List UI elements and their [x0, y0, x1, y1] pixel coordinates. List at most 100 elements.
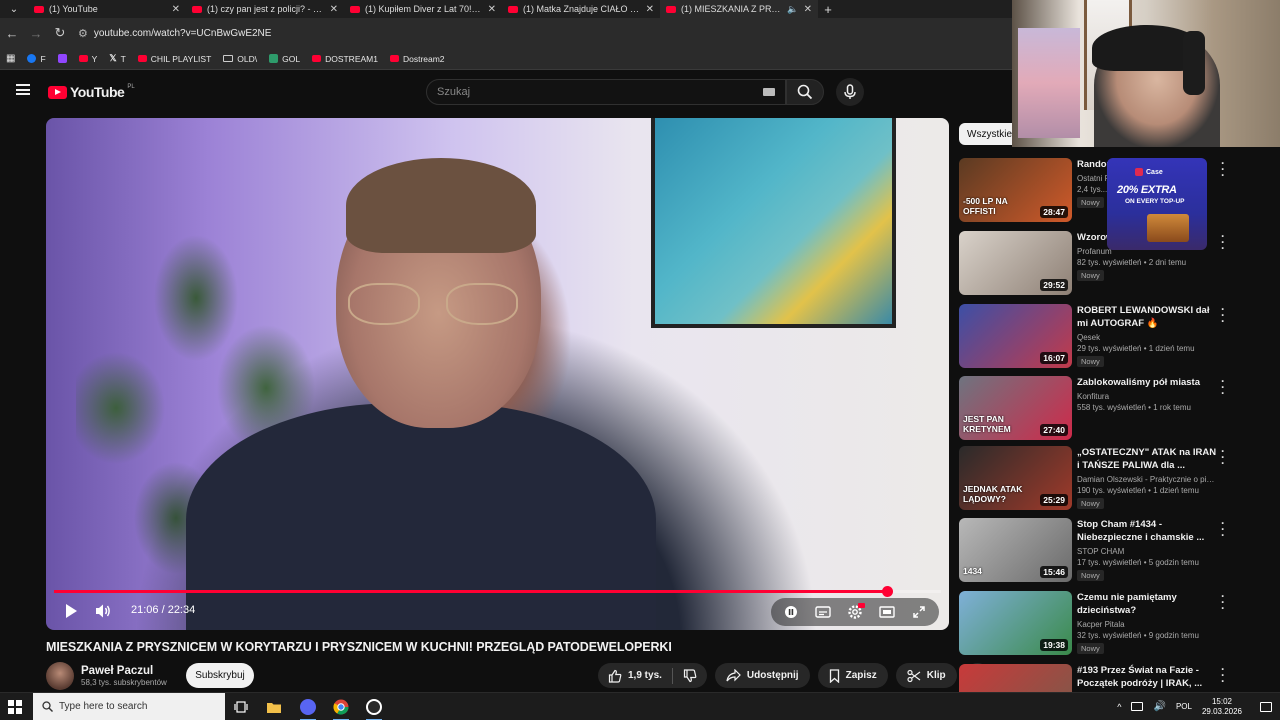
share-button[interactable]: Udostępnij: [714, 663, 810, 688]
subscribe-button[interactable]: Subskrybuj: [186, 663, 254, 688]
progress-bar[interactable]: [54, 586, 941, 597]
url-field[interactable]: ⚙ youtube.com/watch?v=UCnBwGwE2NE: [78, 27, 271, 40]
browser-tab-1[interactable]: (1) czy pan jest z policji? - YouT ✕: [186, 0, 344, 18]
close-tab-icon[interactable]: ✕: [488, 4, 496, 15]
speaker-icon[interactable]: 🔈: [787, 4, 798, 15]
close-tab-icon[interactable]: ✕: [804, 4, 812, 15]
site-settings-icon[interactable]: ⚙: [78, 27, 88, 40]
bookmark-facebook[interactable]: F: [27, 54, 46, 64]
voice-search-button[interactable]: [836, 78, 864, 106]
taskbar-search-input[interactable]: Type here to search: [33, 693, 225, 720]
bookmark-x[interactable]: 𝕏 T: [109, 53, 125, 64]
close-tab-icon[interactable]: ✕: [646, 4, 654, 15]
more-options-icon[interactable]: · · ·: [1219, 157, 1227, 181]
recommended-video[interactable]: 16:07 ROBERT LEWANDOWSKI dał mi AUTOGRAF …: [959, 303, 1259, 368]
back-arrow-icon[interactable]: ←: [0, 26, 24, 41]
recommended-title[interactable]: Stop Cham #1434 - Niebezpieczne i chamsk…: [1077, 518, 1217, 544]
dislike-button[interactable]: [673, 663, 707, 688]
video-thumbnail[interactable]: 29:52: [959, 231, 1072, 295]
windows-start-icon[interactable]: [8, 700, 22, 714]
clip-button[interactable]: Klip: [895, 663, 957, 688]
keyboard-icon[interactable]: [763, 88, 775, 96]
recommended-title[interactable]: #193 Przez Świat na Fazie - Początek pod…: [1077, 664, 1217, 690]
more-options-icon[interactable]: · · ·: [1219, 445, 1227, 469]
recommended-channel[interactable]: STOP CHAM: [1077, 547, 1217, 556]
browser-tab-2[interactable]: (1) Kupiłem Diver z Lat 70! Cas ✕: [344, 0, 502, 18]
miniplayer-button[interactable]: [877, 602, 897, 622]
more-options-icon[interactable]: · · ·: [1219, 590, 1227, 614]
apps-grid-icon[interactable]: ▦: [6, 53, 15, 64]
browser-tab-4-active[interactable]: (1) MIESZKANIA Z PRYSZNI 🔈 ✕: [660, 0, 818, 18]
more-options-icon[interactable]: · · ·: [1219, 663, 1227, 687]
browser-tab-0[interactable]: (1) YouTube ✕: [28, 0, 186, 18]
network-icon[interactable]: [1131, 702, 1144, 711]
browser-tab-3[interactable]: (1) Matka Znajduje CIAŁO Swoj ✕: [502, 0, 660, 18]
recommended-title[interactable]: ROBERT LEWANDOWSKI dał mi AUTOGRAF 🔥: [1077, 304, 1217, 330]
obs-taskbar-icon[interactable]: [363, 697, 385, 720]
recommended-video[interactable]: #193#193 Przez Świat na Fazie - Początek…: [959, 663, 1259, 720]
more-options-icon[interactable]: · · ·: [1219, 303, 1227, 327]
video-thumbnail[interactable]: -500 LP NA OFFISTI 28:47: [959, 158, 1072, 222]
bookmark-gol[interactable]: GOL: [269, 54, 300, 64]
recommended-channel[interactable]: Damian Olszewski - Praktycznie o pienią.…: [1077, 475, 1217, 484]
language-indicator[interactable]: POL: [1176, 702, 1192, 711]
channel-name[interactable]: Paweł Paczul: [81, 665, 167, 677]
chrome-taskbar-icon[interactable]: [330, 697, 352, 720]
youtube-logo[interactable]: YouTube PL: [48, 84, 135, 100]
recommended-title[interactable]: Czemu nie pamiętamy dzieciństwa?: [1077, 591, 1217, 617]
file-explorer-icon[interactable]: [263, 697, 285, 717]
bookmark-folder-old[interactable]: OLD\: [223, 54, 257, 64]
bookmark-dostream1[interactable]: DOSTREAM1: [312, 54, 378, 64]
recommended-title[interactable]: Zablokowaliśmy pół miasta: [1077, 376, 1217, 389]
video-thumbnail[interactable]: 1434 15:46: [959, 518, 1072, 582]
video-thumbnail[interactable]: 16:07: [959, 304, 1072, 368]
search-button[interactable]: [786, 79, 824, 105]
fullscreen-button[interactable]: [909, 602, 929, 622]
recommended-channel[interactable]: Kacper Pitala: [1077, 620, 1217, 629]
more-options-icon[interactable]: · · ·: [1219, 230, 1227, 254]
play-icon[interactable]: [62, 602, 80, 620]
settings-button[interactable]: [845, 602, 865, 622]
save-button[interactable]: Zapisz: [817, 663, 888, 688]
forward-arrow-icon[interactable]: →: [24, 26, 48, 41]
video-thumbnail[interactable]: JEST PAN KRETYNEM 27:40: [959, 376, 1072, 440]
tab-search-menu-icon[interactable]: ⌄: [0, 0, 28, 18]
like-button[interactable]: 1,9 tys.: [598, 663, 672, 688]
autoplay-toggle[interactable]: [781, 602, 801, 622]
close-tab-icon[interactable]: ✕: [330, 4, 338, 15]
new-tab-icon[interactable]: +: [818, 2, 838, 17]
subtitles-button[interactable]: [813, 602, 833, 622]
video-thumbnail[interactable]: JEDNAK ATAK LĄDOWY? 25:29: [959, 446, 1072, 510]
recommended-channel[interactable]: Konfitura: [1077, 392, 1217, 401]
facebook-icon: [27, 54, 37, 63]
taskbar-clock[interactable]: 15:02 29.03.2026: [1202, 697, 1242, 717]
search-input[interactable]: Szukaj: [426, 79, 786, 105]
recommended-video[interactable]: 19:38 Czemu nie pamiętamy dzieciństwa? Kac…: [959, 590, 1259, 655]
menu-hamburger-icon[interactable]: [16, 84, 30, 95]
volume-icon[interactable]: [94, 602, 112, 620]
channel-info[interactable]: Paweł Paczul 58,3 tys. subskrybentów: [46, 662, 167, 690]
recommended-channel[interactable]: Qesek: [1077, 333, 1217, 342]
reload-icon[interactable]: ↻: [48, 25, 72, 41]
recommended-title[interactable]: „OSTATECZNY" ATAK na IRAN i TAŃSZE PALIW…: [1077, 446, 1217, 472]
video-thumbnail[interactable]: 19:38: [959, 591, 1072, 655]
more-options-icon[interactable]: · · ·: [1219, 517, 1227, 541]
recommended-video[interactable]: 1434 15:46 Stop Cham #1434 - Niebezpieczne…: [959, 517, 1259, 582]
close-tab-icon[interactable]: ✕: [172, 4, 180, 15]
bookmark-chil-playlist[interactable]: CHIL PLAYLIST: [137, 54, 211, 64]
filter-chip-all[interactable]: Wszystkie: [959, 123, 1020, 145]
channel-avatar[interactable]: [46, 662, 74, 690]
bookmark-dostream2[interactable]: Dostream2: [389, 54, 445, 64]
video-player[interactable]: 21:06 / 22:34: [46, 118, 949, 630]
recommended-video[interactable]: JEST PAN KRETYNEM 27:40 Zablokowaliśmy pół…: [959, 375, 1259, 440]
task-view-icon[interactable]: [230, 697, 252, 717]
tray-chevron-up-icon[interactable]: ^: [1117, 702, 1121, 712]
discord-taskbar-icon[interactable]: [297, 697, 319, 720]
recommended-video[interactable]: JEDNAK ATAK LĄDOWY? 25:29 „OSTATECZNY" ATA…: [959, 445, 1259, 510]
volume-tray-icon[interactable]: 🔊: [1153, 701, 1165, 712]
notifications-icon[interactable]: [1260, 701, 1272, 712]
subtitles-icon: [815, 606, 831, 618]
bookmark-twitch[interactable]: [57, 54, 67, 63]
more-options-icon[interactable]: · · ·: [1219, 375, 1227, 399]
bookmark-youtube[interactable]: Y: [78, 54, 97, 64]
